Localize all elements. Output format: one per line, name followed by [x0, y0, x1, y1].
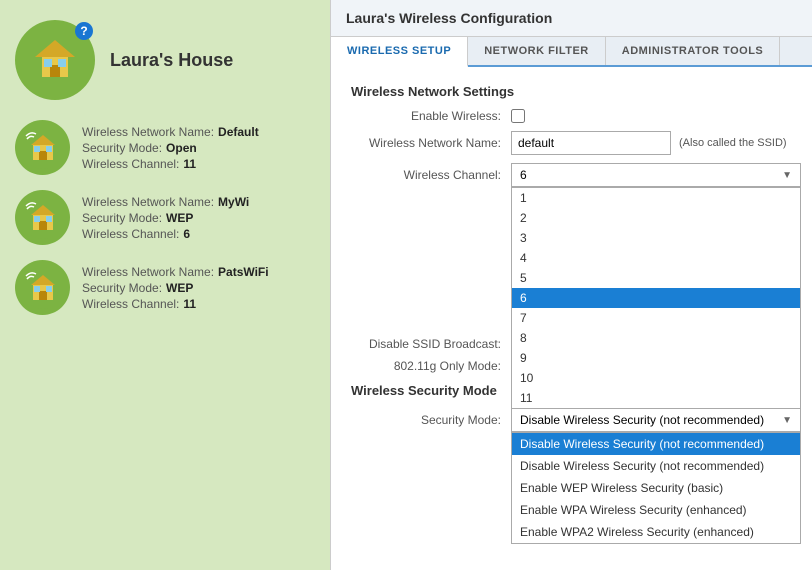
- info-badge[interactable]: ?: [75, 22, 93, 40]
- network-list: Wireless Network Name: Default Security …: [15, 120, 310, 315]
- security-dropdown-wrapper[interactable]: Disable Wireless Security (not recommend…: [511, 408, 801, 432]
- enable-wireless-row: Enable Wireless:: [351, 109, 792, 123]
- panel-title: Laura's Wireless Configuration: [331, 0, 812, 37]
- network-info-2: Wireless Network Name: MyWi Security Mod…: [82, 195, 249, 241]
- left-panel: ? Laura's House W: [0, 0, 330, 570]
- security-option-3[interactable]: Enable WEP Wireless Security (basic): [512, 477, 800, 499]
- right-panel: Laura's Wireless Configuration WIRELESS …: [330, 0, 812, 570]
- channel-option-11[interactable]: 11: [512, 388, 800, 408]
- channel-option-10[interactable]: 10: [512, 368, 800, 388]
- channel-option-4[interactable]: 4: [512, 248, 800, 268]
- channel-list[interactable]: 1 2 3 4 5 6 7 8 9 10 11: [511, 187, 801, 409]
- channel-option-3[interactable]: 3: [512, 228, 800, 248]
- channel-option-5[interactable]: 5: [512, 268, 800, 288]
- tab-wireless-setup[interactable]: WIRELESS SETUP: [331, 37, 468, 67]
- tab-network-filter[interactable]: NETWORK FILTER: [468, 37, 606, 65]
- network-name-label: Wireless Network Name:: [351, 136, 501, 150]
- channel-option-1[interactable]: 1: [512, 188, 800, 208]
- network-item-3[interactable]: Wireless Network Name: PatsWiFi Security…: [15, 260, 310, 315]
- security-mode-control: Disable Wireless Security (not recommend…: [511, 408, 801, 432]
- network-name-control: (Also called the SSID): [511, 131, 787, 155]
- tabs: WIRELESS SETUP NETWORK FILTER ADMINISTRA…: [331, 37, 812, 67]
- security-dropdown-arrow: ▼: [782, 415, 792, 426]
- network-info-3: Wireless Network Name: PatsWiFi Security…: [82, 265, 269, 311]
- tab-administrator-tools[interactable]: ADMINISTRATOR TOOLS: [606, 37, 781, 65]
- network-name-row: Wireless Network Name: (Also called the …: [351, 131, 792, 155]
- security-option-1[interactable]: Disable Wireless Security (not recommend…: [512, 433, 800, 455]
- channel-dropdown-wrapper[interactable]: 6 ▼ 1 2 3 4 5 6 7 8 9 10 11: [511, 163, 801, 187]
- panel-content: Wireless Network Settings Enable Wireles…: [331, 67, 812, 570]
- network-item-1[interactable]: Wireless Network Name: Default Security …: [15, 120, 310, 175]
- house-icon-large: ?: [15, 20, 95, 100]
- channel-selected-display[interactable]: 6 ▼: [511, 163, 801, 187]
- network-icon-3: [15, 260, 70, 315]
- house-svg: [30, 35, 80, 85]
- network-icon-2: [15, 190, 70, 245]
- security-mode-row: Security Mode: Disable Wireless Security…: [351, 408, 792, 432]
- wireless-channel-label: Wireless Channel:: [351, 168, 501, 182]
- enable-wireless-control: [511, 109, 525, 123]
- enable-wireless-label: Enable Wireless:: [351, 109, 501, 123]
- wireless-channel-row: Wireless Channel: 6 ▼ 1 2 3 4 5 6 7: [351, 163, 792, 187]
- enable-wireless-checkbox[interactable]: [511, 109, 525, 123]
- ssid-hint: (Also called the SSID): [679, 137, 787, 149]
- channel-option-6[interactable]: 6: [512, 288, 800, 308]
- network-name-input[interactable]: [511, 131, 671, 155]
- wifi-house-icon-1: [22, 127, 64, 169]
- security-selected-display[interactable]: Disable Wireless Security (not recommend…: [511, 408, 801, 432]
- security-option-2[interactable]: Disable Wireless Security (not recommend…: [512, 455, 800, 477]
- security-mode-label: Security Mode:: [351, 413, 501, 427]
- channel-option-7[interactable]: 7: [512, 308, 800, 328]
- house-header: ? Laura's House: [15, 20, 233, 100]
- wifi-house-icon-2: [22, 197, 64, 239]
- channel-option-2[interactable]: 2: [512, 208, 800, 228]
- channel-dropdown-arrow: ▼: [782, 170, 792, 181]
- page-title: Laura's House: [110, 50, 233, 71]
- channel-selected-value: 6: [520, 168, 527, 182]
- disable-ssid-label: Disable SSID Broadcast:: [351, 337, 501, 351]
- network-info-1: Wireless Network Name: Default Security …: [82, 125, 259, 171]
- network-icon-1: [15, 120, 70, 175]
- security-option-5[interactable]: Enable WPA2 Wireless Security (enhanced): [512, 521, 800, 543]
- security-option-4[interactable]: Enable WPA Wireless Security (enhanced): [512, 499, 800, 521]
- channel-option-9[interactable]: 9: [512, 348, 800, 368]
- wifi-house-icon-3: [22, 267, 64, 309]
- network-item-2[interactable]: Wireless Network Name: MyWi Security Mod…: [15, 190, 310, 245]
- channel-option-8[interactable]: 8: [512, 328, 800, 348]
- wireless-channel-control: 6 ▼ 1 2 3 4 5 6 7 8 9 10 11: [511, 163, 801, 187]
- security-selected-value: Disable Wireless Security (not recommend…: [520, 413, 764, 427]
- mode-80211g-label: 802.11g Only Mode:: [351, 359, 501, 373]
- wireless-settings-title: Wireless Network Settings: [351, 84, 792, 99]
- security-list[interactable]: Disable Wireless Security (not recommend…: [511, 432, 801, 544]
